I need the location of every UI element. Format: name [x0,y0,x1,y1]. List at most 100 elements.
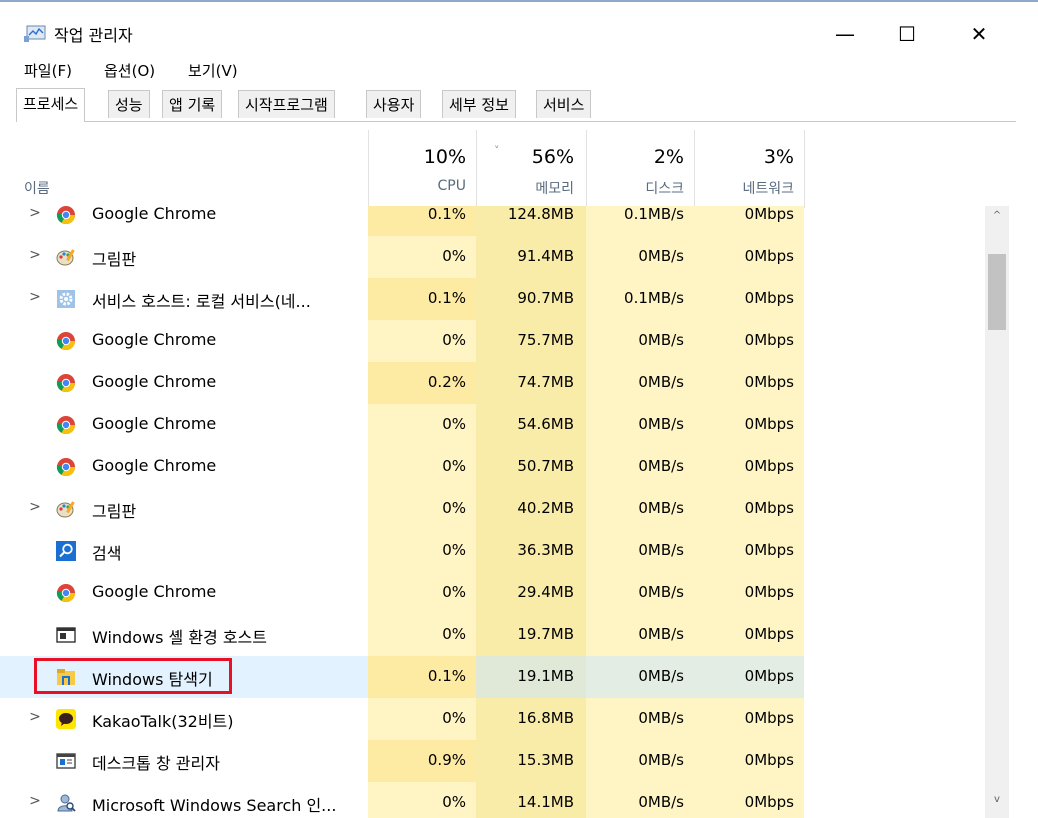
process-name: 서비스 호스트: 로컬 서비스(네... [92,292,311,311]
title-bar[interactable]: 작업 관리자 — ☐ ✕ [0,2,1038,52]
process-row[interactable]: Google Chrome 0% 50.7MB 0MB/s 0Mbps [0,446,985,488]
process-table: > Google Chrome 0.1% 124.8MB 0.1MB/s 0Mbps > 그림… [0,206,985,818]
process-row[interactable]: > 그림판 0% 91.4MB 0MB/s 0Mbps [0,236,985,278]
chrome-icon [56,331,76,351]
window-title: 작업 관리자 [54,26,133,45]
expand-chevron-icon[interactable]: > [28,709,42,725]
expand-chevron-icon[interactable]: > [28,289,42,305]
process-cpu: 0% [442,247,466,265]
process-name: Microsoft Windows Search 인... [92,796,337,815]
process-disk: 0MB/s [638,793,684,811]
process-name: KakaoTalk(32비트) [92,712,234,731]
tab-users[interactable]: 사용자 [366,90,422,118]
process-memory: 90.7MB [517,289,574,307]
process-network: 0Mbps [744,499,794,517]
process-row[interactable]: Windows 셸 환경 호스트 0% 19.7MB 0MB/s 0Mbps [0,614,985,656]
process-name: Windows 셸 환경 호스트 [92,628,267,647]
memory-total-pct: 56% [531,146,574,168]
process-name: Google Chrome [92,456,217,475]
memory-label: 메모리 [535,181,574,197]
process-cpu: 0% [442,793,466,811]
process-row[interactable]: 데스크톱 창 관리자 0.9% 15.3MB 0MB/s 0Mbps [0,740,985,782]
process-cpu: 0.1% [427,667,466,685]
process-network: 0Mbps [744,583,794,601]
expand-chevron-icon[interactable]: > [28,247,42,263]
close-button[interactable]: ✕ [956,16,1002,52]
tab-details[interactable]: 세부 정보 [442,90,516,118]
process-memory: 124.8MB [507,206,574,223]
process-disk: 0.1MB/s [624,289,684,307]
process-memory: 36.3MB [517,541,574,559]
column-divider [368,130,369,208]
process-memory: 15.3MB [517,751,574,769]
process-memory: 74.7MB [517,373,574,391]
process-memory: 19.7MB [517,625,574,643]
expand-chevron-icon[interactable]: > [28,793,42,809]
process-row[interactable]: Google Chrome 0% 75.7MB 0MB/s 0Mbps [0,320,985,362]
menu-view[interactable]: 보기(V) [188,60,238,81]
column-divider [694,130,695,208]
process-row[interactable]: Google Chrome 0% 29.4MB 0MB/s 0Mbps [0,572,985,614]
process-name: Google Chrome [92,330,217,349]
tab-performance[interactable]: 성능 [108,90,150,118]
process-disk: 0MB/s [638,583,684,601]
tab-processes[interactable]: 프로세스 [16,88,86,122]
process-disk: 0MB/s [638,499,684,517]
process-name: Google Chrome [92,582,217,601]
column-divider [804,130,805,208]
process-cpu: 0% [442,331,466,349]
process-memory: 40.2MB [517,499,574,517]
process-row[interactable]: > 서비스 호스트: 로컬 서비스(네... 0.1% 90.7MB 0.1MB/s 0M… [0,278,985,320]
process-network: 0Mbps [744,541,794,559]
minimize-button[interactable]: — [822,16,868,52]
chrome-icon [56,583,76,603]
process-cpu: 0% [442,499,466,517]
menu-file[interactable]: 파일(F) [24,60,72,81]
expand-chevron-icon[interactable]: > [28,499,42,515]
process-disk: 0MB/s [638,625,684,643]
tab-app-history[interactable]: 앱 기록 [162,90,223,118]
scroll-down-button[interactable]: v [985,794,1009,814]
column-divider [476,130,477,208]
process-row[interactable]: 검색 0% 36.3MB 0MB/s 0Mbps [0,530,985,572]
process-row[interactable]: Google Chrome 0.2% 74.7MB 0MB/s 0Mbps [0,362,985,404]
process-name: 그림판 [92,250,137,269]
process-disk: 0MB/s [638,667,684,685]
process-network: 0Mbps [744,331,794,349]
process-row[interactable]: > Microsoft Windows Search 인... 0% 14.1MB 0M… [0,782,985,818]
process-cpu: 0% [442,583,466,601]
column-name-header[interactable]: 이름 [24,178,50,198]
maximize-button[interactable]: ☐ [884,16,930,52]
disk-total-pct: 2% [653,146,684,168]
process-row[interactable]: > Google Chrome 0.1% 124.8MB 0.1MB/s 0Mbps [0,206,985,236]
kakaotalk-icon [56,709,76,729]
expand-chevron-icon[interactable]: > [28,206,42,221]
process-row[interactable]: > 그림판 0% 40.2MB 0MB/s 0Mbps [0,488,985,530]
process-memory: 91.4MB [517,247,574,265]
tab-services[interactable]: 서비스 [536,90,592,118]
process-network: 0Mbps [744,793,794,811]
search-icon [56,541,76,561]
process-cpu: 0% [442,709,466,727]
process-cpu: 0.2% [427,373,466,391]
menu-options[interactable]: 옵션(O) [104,60,155,81]
process-network: 0Mbps [744,625,794,643]
scroll-thumb[interactable] [988,254,1006,330]
process-disk: 0MB/s [638,373,684,391]
highlight-annotation-box [34,658,232,694]
process-row[interactable]: > KakaoTalk(32비트) 0% 16.8MB 0MB/s 0Mbps [0,698,985,740]
process-memory: 29.4MB [517,583,574,601]
scroll-up-button[interactable]: ^ [985,210,1009,230]
tab-startup[interactable]: 시작프로그램 [238,90,335,118]
process-row[interactable]: Google Chrome 0% 54.6MB 0MB/s 0Mbps [0,404,985,446]
process-cpu: 0.1% [427,289,466,307]
tab-bar: 프로세스 성능 앱 기록 시작프로그램 사용자 세부 정보 서비스 [16,88,1016,122]
network-total-pct: 3% [763,146,794,168]
process-memory: 16.8MB [517,709,574,727]
process-name: 검색 [92,544,122,563]
search-user-icon [56,793,76,813]
process-cpu: 0.1% [427,206,466,223]
process-network: 0Mbps [744,457,794,475]
process-cpu: 0.9% [427,751,466,769]
dwm-icon [56,751,76,771]
